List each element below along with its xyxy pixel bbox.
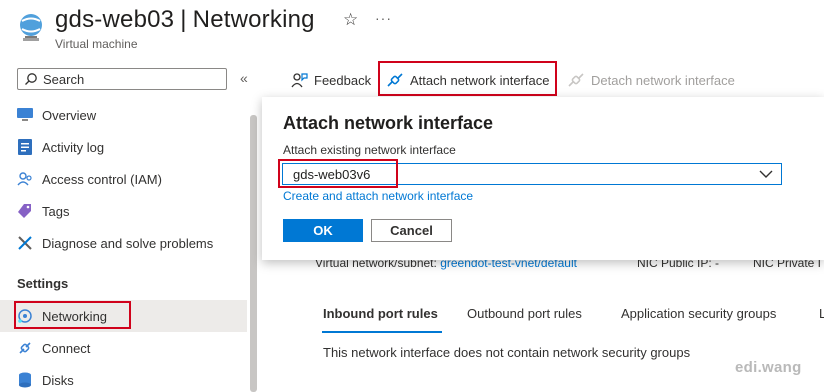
watermark: edi.wang — [735, 359, 802, 376]
search-icon — [25, 73, 37, 85]
sidebar-scrollbar[interactable] — [250, 115, 257, 392]
sidebar-item-overview[interactable]: Overview — [0, 99, 247, 131]
overview-icon — [17, 107, 33, 123]
sidebar-section-settings: Settings — [17, 276, 69, 291]
tag-icon — [17, 203, 33, 219]
blade-name: Networking — [192, 6, 315, 33]
create-attach-link[interactable]: Create and attach network interface — [283, 189, 473, 203]
attach-existing-label: Attach existing network interface — [283, 143, 456, 157]
detach-label: Detach network interface — [591, 72, 735, 88]
disks-icon — [17, 372, 33, 388]
sidebar-item-label: Activity log — [42, 139, 105, 155]
search-input[interactable] — [43, 71, 213, 87]
dropdown-highlight — [278, 159, 398, 188]
star-icon[interactable]: ☆ — [343, 10, 358, 30]
diagnose-icon — [17, 235, 33, 251]
tab-inbound-port-rules[interactable]: Inbound port rules — [323, 306, 438, 321]
collapse-sidebar-icon[interactable]: « — [240, 70, 248, 86]
networking-highlight — [14, 301, 131, 329]
sidebar-item-label: Tags — [42, 203, 70, 219]
tab-application-security-groups[interactable]: Application security groups — [621, 306, 776, 321]
page-title: gds-web03 | Networking — [55, 6, 315, 34]
sidebar-search[interactable] — [17, 68, 227, 90]
sidebar-item-disks[interactable]: Disks — [0, 364, 247, 392]
sidebar-item-label: Disks — [42, 372, 74, 388]
sidebar-item-label: Connect — [42, 340, 91, 356]
feedback-button[interactable]: Feedback — [284, 66, 377, 94]
detach-icon — [568, 73, 584, 87]
cancel-button[interactable]: Cancel — [371, 219, 452, 242]
attach-network-interface-flyout: Attach network interface Attach existing… — [262, 97, 824, 260]
sidebar-item-label: Access control (IAM) — [42, 171, 162, 187]
virtual-machine-icon — [20, 14, 42, 41]
ok-button[interactable]: OK — [283, 219, 363, 242]
active-tab-indicator — [322, 331, 442, 333]
resource-name: gds-web03 — [55, 6, 175, 33]
iam-icon — [17, 171, 33, 187]
tab-outbound-port-rules[interactable]: Outbound port rules — [467, 306, 582, 321]
sidebar-item-label: Diagnose and solve problems — [42, 235, 214, 251]
sidebar-item-tags[interactable]: Tags — [0, 195, 247, 227]
feedback-label: Feedback — [314, 72, 372, 88]
activity-log-icon — [17, 139, 33, 155]
attach-highlight — [378, 61, 557, 96]
sidebar-item-label: Overview — [42, 107, 97, 123]
sidebar-item-connect[interactable]: Connect — [0, 332, 247, 364]
sidebar-item-iam[interactable]: Access control (IAM) — [0, 163, 247, 195]
connect-icon — [17, 340, 33, 356]
sidebar-item-diagnose[interactable]: Diagnose and solve problems — [0, 227, 247, 259]
more-icon[interactable]: ··· — [375, 10, 392, 26]
page-subtitle: Virtual machine — [55, 37, 138, 51]
detach-network-interface-button[interactable]: Detach network interface — [561, 66, 741, 94]
tab-load-balancing[interactable]: L — [819, 306, 824, 321]
feedback-icon — [291, 73, 308, 88]
flyout-title: Attach network interface — [283, 113, 494, 133]
title-separator: | — [180, 6, 187, 33]
chevron-down-icon — [759, 170, 773, 178]
empty-nsg-message: This network interface does not contain … — [323, 345, 691, 360]
sidebar-item-activity-log[interactable]: Activity log — [0, 131, 247, 163]
